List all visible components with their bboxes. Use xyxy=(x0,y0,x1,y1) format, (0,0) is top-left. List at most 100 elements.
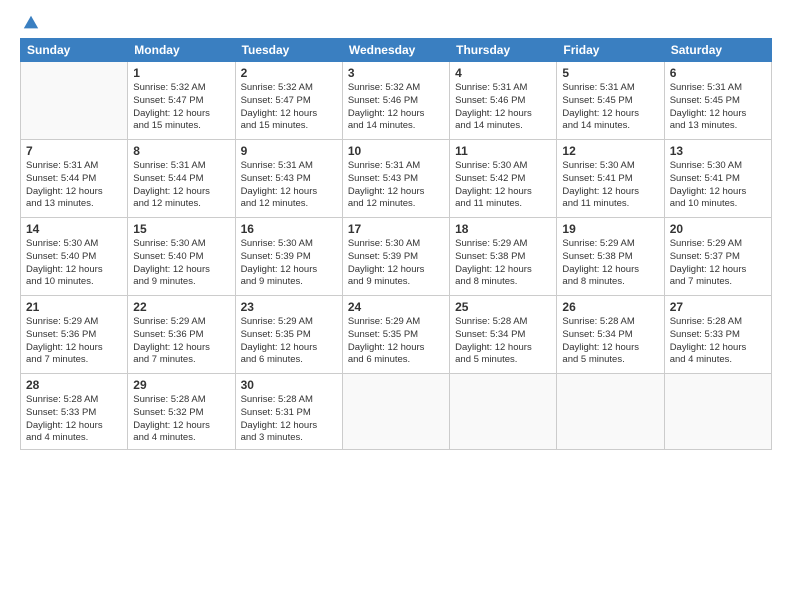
calendar-week-row: 7 Sunrise: 5:31 AMSunset: 5:44 PMDaylight… xyxy=(21,140,772,218)
weekday-header-thursday: Thursday xyxy=(450,39,557,62)
calendar-cell: 1 Sunrise: 5:32 AMSunset: 5:47 PMDaylight… xyxy=(128,62,235,140)
calendar-cell: 19Sunrise: 5:29 AMSunset: 5:38 PMDayligh… xyxy=(557,218,664,296)
logo xyxy=(20,18,40,32)
weekday-header-saturday: Saturday xyxy=(664,39,771,62)
day-info: Sunrise: 5:30 AMSunset: 5:41 PMDaylight:… xyxy=(562,160,658,211)
calendar-cell: 28 Sunrise: 5:28 AMSunset: 5:33 PMDayligh… xyxy=(21,374,128,450)
day-number: 12 xyxy=(562,144,658,158)
day-info: Sunrise: 5:32 AMSunset: 5:46 PMDaylight:… xyxy=(348,82,444,133)
day-info: Sunrise: 5:28 AMSunset: 5:33 PMDaylight:… xyxy=(26,394,122,445)
calendar-cell xyxy=(342,374,449,450)
day-number: 23 xyxy=(241,300,337,314)
day-info: Sunrise: 5:28 AMSunset: 5:31 PMDaylight:… xyxy=(241,394,337,445)
day-info: Sunrise: 5:30 AMSunset: 5:40 PMDaylight:… xyxy=(26,238,122,289)
weekday-header-tuesday: Tuesday xyxy=(235,39,342,62)
day-info: Sunrise: 5:31 AMSunset: 5:44 PMDaylight:… xyxy=(26,160,122,211)
day-info: Sunrise: 5:29 AMSunset: 5:37 PMDaylight:… xyxy=(670,238,766,289)
calendar-cell: 20Sunrise: 5:29 AMSunset: 5:37 PMDayligh… xyxy=(664,218,771,296)
day-number: 4 xyxy=(455,66,551,80)
calendar-cell: 14Sunrise: 5:30 AMSunset: 5:40 PMDayligh… xyxy=(21,218,128,296)
day-number: 9 xyxy=(241,144,337,158)
day-number: 27 xyxy=(670,300,766,314)
calendar-cell: 3 Sunrise: 5:32 AMSunset: 5:46 PMDaylight… xyxy=(342,62,449,140)
weekday-header-row: SundayMondayTuesdayWednesdayThursdayFrid… xyxy=(21,39,772,62)
calendar-cell: 24 Sunrise: 5:29 AMSunset: 5:35 PMDayligh… xyxy=(342,296,449,374)
day-info: Sunrise: 5:28 AMSunset: 5:33 PMDaylight:… xyxy=(670,316,766,367)
day-info: Sunrise: 5:30 AMSunset: 5:39 PMDaylight:… xyxy=(241,238,337,289)
day-number: 24 xyxy=(348,300,444,314)
calendar-cell: 7 Sunrise: 5:31 AMSunset: 5:44 PMDaylight… xyxy=(21,140,128,218)
day-number: 25 xyxy=(455,300,551,314)
day-number: 3 xyxy=(348,66,444,80)
calendar-cell: 4 Sunrise: 5:31 AMSunset: 5:46 PMDaylight… xyxy=(450,62,557,140)
day-number: 8 xyxy=(133,144,229,158)
day-number: 16 xyxy=(241,222,337,236)
day-info: Sunrise: 5:30 AMSunset: 5:39 PMDaylight:… xyxy=(348,238,444,289)
calendar-cell: 21Sunrise: 5:29 AMSunset: 5:36 PMDayligh… xyxy=(21,296,128,374)
calendar-cell: 12 Sunrise: 5:30 AMSunset: 5:41 PMDayligh… xyxy=(557,140,664,218)
day-number: 29 xyxy=(133,378,229,392)
calendar-cell: 2 Sunrise: 5:32 AMSunset: 5:47 PMDaylight… xyxy=(235,62,342,140)
calendar-table: SundayMondayTuesdayWednesdayThursdayFrid… xyxy=(20,38,772,450)
day-info: Sunrise: 5:29 AMSunset: 5:36 PMDaylight:… xyxy=(133,316,229,367)
calendar-cell: 26 Sunrise: 5:28 AMSunset: 5:34 PMDayligh… xyxy=(557,296,664,374)
day-number: 1 xyxy=(133,66,229,80)
day-number: 11 xyxy=(455,144,551,158)
calendar-week-row: 21Sunrise: 5:29 AMSunset: 5:36 PMDayligh… xyxy=(21,296,772,374)
calendar-cell xyxy=(450,374,557,450)
day-number: 30 xyxy=(241,378,337,392)
weekday-header-monday: Monday xyxy=(128,39,235,62)
calendar-cell xyxy=(664,374,771,450)
day-info: Sunrise: 5:28 AMSunset: 5:34 PMDaylight:… xyxy=(455,316,551,367)
day-number: 15 xyxy=(133,222,229,236)
day-info: Sunrise: 5:31 AMSunset: 5:45 PMDaylight:… xyxy=(562,82,658,133)
day-number: 28 xyxy=(26,378,122,392)
day-info: Sunrise: 5:30 AMSunset: 5:40 PMDaylight:… xyxy=(133,238,229,289)
calendar-cell xyxy=(21,62,128,140)
calendar-cell: 11 Sunrise: 5:30 AMSunset: 5:42 PMDayligh… xyxy=(450,140,557,218)
logo-icon xyxy=(22,14,40,32)
day-info: Sunrise: 5:30 AMSunset: 5:42 PMDaylight:… xyxy=(455,160,551,211)
day-number: 19 xyxy=(562,222,658,236)
calendar-cell: 10 Sunrise: 5:31 AMSunset: 5:43 PMDayligh… xyxy=(342,140,449,218)
calendar-cell: 25 Sunrise: 5:28 AMSunset: 5:34 PMDayligh… xyxy=(450,296,557,374)
day-info: Sunrise: 5:32 AMSunset: 5:47 PMDaylight:… xyxy=(241,82,337,133)
calendar-cell: 15 Sunrise: 5:30 AMSunset: 5:40 PMDayligh… xyxy=(128,218,235,296)
day-number: 26 xyxy=(562,300,658,314)
day-number: 22 xyxy=(133,300,229,314)
calendar-week-row: 1 Sunrise: 5:32 AMSunset: 5:47 PMDaylight… xyxy=(21,62,772,140)
day-info: Sunrise: 5:32 AMSunset: 5:47 PMDaylight:… xyxy=(133,82,229,133)
day-info: Sunrise: 5:28 AMSunset: 5:34 PMDaylight:… xyxy=(562,316,658,367)
day-number: 2 xyxy=(241,66,337,80)
day-info: Sunrise: 5:31 AMSunset: 5:44 PMDaylight:… xyxy=(133,160,229,211)
day-info: Sunrise: 5:29 AMSunset: 5:35 PMDaylight:… xyxy=(348,316,444,367)
day-info: Sunrise: 5:29 AMSunset: 5:38 PMDaylight:… xyxy=(455,238,551,289)
day-number: 6 xyxy=(670,66,766,80)
calendar-cell: 27 Sunrise: 5:28 AMSunset: 5:33 PMDayligh… xyxy=(664,296,771,374)
day-number: 17 xyxy=(348,222,444,236)
calendar-week-row: 14Sunrise: 5:30 AMSunset: 5:40 PMDayligh… xyxy=(21,218,772,296)
calendar-cell: 8 Sunrise: 5:31 AMSunset: 5:44 PMDaylight… xyxy=(128,140,235,218)
weekday-header-sunday: Sunday xyxy=(21,39,128,62)
calendar-cell: 6 Sunrise: 5:31 AMSunset: 5:45 PMDaylight… xyxy=(664,62,771,140)
day-info: Sunrise: 5:31 AMSunset: 5:45 PMDaylight:… xyxy=(670,82,766,133)
weekday-header-wednesday: Wednesday xyxy=(342,39,449,62)
day-number: 10 xyxy=(348,144,444,158)
calendar-cell: 16 Sunrise: 5:30 AMSunset: 5:39 PMDayligh… xyxy=(235,218,342,296)
day-info: Sunrise: 5:31 AMSunset: 5:43 PMDaylight:… xyxy=(241,160,337,211)
calendar-cell: 13Sunrise: 5:30 AMSunset: 5:41 PMDayligh… xyxy=(664,140,771,218)
weekday-header-friday: Friday xyxy=(557,39,664,62)
calendar-cell: 22 Sunrise: 5:29 AMSunset: 5:36 PMDayligh… xyxy=(128,296,235,374)
day-number: 7 xyxy=(26,144,122,158)
day-info: Sunrise: 5:31 AMSunset: 5:43 PMDaylight:… xyxy=(348,160,444,211)
calendar-cell xyxy=(557,374,664,450)
calendar-cell: 29 Sunrise: 5:28 AMSunset: 5:32 PMDayligh… xyxy=(128,374,235,450)
day-info: Sunrise: 5:31 AMSunset: 5:46 PMDaylight:… xyxy=(455,82,551,133)
day-info: Sunrise: 5:29 AMSunset: 5:36 PMDaylight:… xyxy=(26,316,122,367)
calendar-cell: 23 Sunrise: 5:29 AMSunset: 5:35 PMDayligh… xyxy=(235,296,342,374)
calendar-cell: 9 Sunrise: 5:31 AMSunset: 5:43 PMDaylight… xyxy=(235,140,342,218)
calendar-week-row: 28 Sunrise: 5:28 AMSunset: 5:33 PMDayligh… xyxy=(21,374,772,450)
day-info: Sunrise: 5:29 AMSunset: 5:35 PMDaylight:… xyxy=(241,316,337,367)
day-number: 13 xyxy=(670,144,766,158)
day-info: Sunrise: 5:28 AMSunset: 5:32 PMDaylight:… xyxy=(133,394,229,445)
